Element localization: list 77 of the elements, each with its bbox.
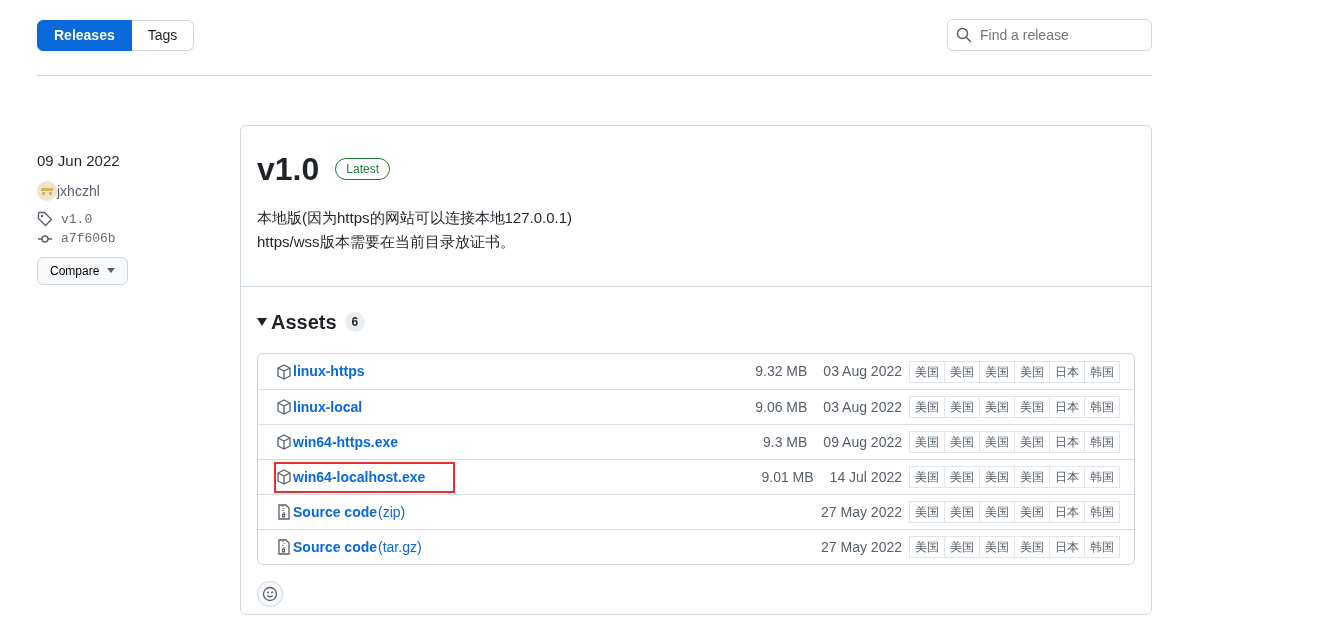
mirror-button[interactable]: 美国 <box>944 431 980 454</box>
mirror-button[interactable]: 美国 <box>979 501 1015 524</box>
commit-link[interactable]: a7f606b <box>61 229 116 249</box>
mirror-button[interactable]: 美国 <box>1014 466 1050 489</box>
mirror-button[interactable]: 美国 <box>944 396 980 419</box>
asset-date: 03 Aug 2022 <box>823 362 902 382</box>
asset-link[interactable]: linux-https <box>274 356 395 388</box>
mirror-button[interactable]: 美国 <box>909 360 945 383</box>
mirror-button[interactable]: 美国 <box>979 431 1015 454</box>
asset-link[interactable]: win64-localhost.exe <box>274 461 456 493</box>
package-icon <box>276 363 292 380</box>
file-size: 9.06 MB <box>755 397 808 417</box>
mirror-button[interactable]: 美国 <box>944 466 980 489</box>
file-size: 9.32 MB <box>755 362 808 382</box>
mirror-button[interactable]: 日本 <box>1049 431 1085 454</box>
zip-file-icon <box>276 504 292 521</box>
mirror-button[interactable]: 美国 <box>1014 360 1050 383</box>
tab[interactable]: Releases <box>37 19 132 51</box>
mirror-button[interactable]: 日本 <box>1049 360 1085 383</box>
mirror-button[interactable]: 美国 <box>979 396 1015 419</box>
mirror-button[interactable]: 美国 <box>979 466 1015 489</box>
asset-link[interactable]: Source code(zip) <box>274 496 436 528</box>
mirror-button[interactable]: 韩国 <box>1084 431 1120 454</box>
description-text: 本地版(因为https的网站可以连接本地127.0.0.1) <box>257 208 574 229</box>
tag-link[interactable]: v1.0 <box>61 209 93 229</box>
asset-date: 14 Jul 2022 <box>829 467 902 487</box>
avatar-icon <box>37 181 57 201</box>
mirror-button[interactable]: 日本 <box>1049 501 1085 524</box>
mirror-button[interactable]: 韩国 <box>1084 360 1120 383</box>
mirror-button[interactable]: 美国 <box>979 536 1015 559</box>
package-icon <box>276 399 292 416</box>
mirror-button[interactable]: 美国 <box>909 536 945 559</box>
asset-link[interactable]: linux-local <box>274 391 393 423</box>
search-field[interactable]: Find a release <box>947 19 1152 51</box>
asset-link[interactable]: Source code(tar.gz) <box>274 531 452 563</box>
mirror-button[interactable]: 美国 <box>944 501 980 524</box>
asset-date: 09 Aug 2022 <box>823 432 902 452</box>
mirror-button[interactable]: 日本 <box>1049 536 1085 559</box>
asset-date: 27 May 2022 <box>821 502 902 522</box>
compare-button[interactable]: Compare <box>37 256 129 285</box>
package-icon <box>276 434 292 451</box>
package-icon <box>276 469 292 486</box>
mirror-button[interactable]: 日本 <box>1049 396 1085 419</box>
release-date: 09 Jun 2022 <box>37 151 121 171</box>
smiley-icon <box>262 586 278 603</box>
mirror-button[interactable]: 美国 <box>944 360 980 383</box>
mirror-button[interactable]: 韩国 <box>1084 396 1120 419</box>
mirror-button[interactable]: 美国 <box>909 431 945 454</box>
asset-date: 27 May 2022 <box>821 537 902 557</box>
assets-heading: Assets <box>271 310 337 336</box>
mirror-button[interactable]: 美国 <box>909 396 945 419</box>
assets-count: 6 <box>344 312 366 333</box>
tab[interactable]: Tags <box>131 19 195 51</box>
mirror-button[interactable]: 美国 <box>1014 501 1050 524</box>
mirror-button[interactable]: 美国 <box>909 466 945 489</box>
tag-icon <box>37 211 53 228</box>
mirror-button[interactable]: 美国 <box>1014 536 1050 559</box>
release-title[interactable]: v1.0 <box>257 150 320 189</box>
mirror-button[interactable]: 美国 <box>909 501 945 524</box>
assets-toggle[interactable]: Assets <box>257 307 337 338</box>
mirror-button[interactable]: 美国 <box>944 536 980 559</box>
mirror-button[interactable]: 韩国 <box>1084 501 1120 524</box>
file-size: 9.3 MB <box>763 432 808 452</box>
zip-file-icon <box>276 539 292 556</box>
description-text: https/wss版本需要在当前目录放证书。 <box>257 232 516 253</box>
mirror-button[interactable]: 美国 <box>1014 396 1050 419</box>
asset-link[interactable]: win64-https.exe <box>274 426 429 458</box>
mirror-button[interactable]: 美国 <box>979 360 1015 383</box>
emoji-button[interactable] <box>257 581 283 608</box>
mirror-button[interactable]: 韩国 <box>1084 466 1120 489</box>
file-size: 9.01 MB <box>761 467 814 487</box>
mirror-button[interactable]: 日本 <box>1049 466 1085 489</box>
author-link[interactable]: jxhczhl <box>57 180 100 202</box>
mirror-button[interactable]: 美国 <box>1014 431 1050 454</box>
asset-date: 03 Aug 2022 <box>823 397 902 417</box>
caret-icon <box>107 268 116 273</box>
mirror-button[interactable]: 韩国 <box>1084 536 1120 559</box>
